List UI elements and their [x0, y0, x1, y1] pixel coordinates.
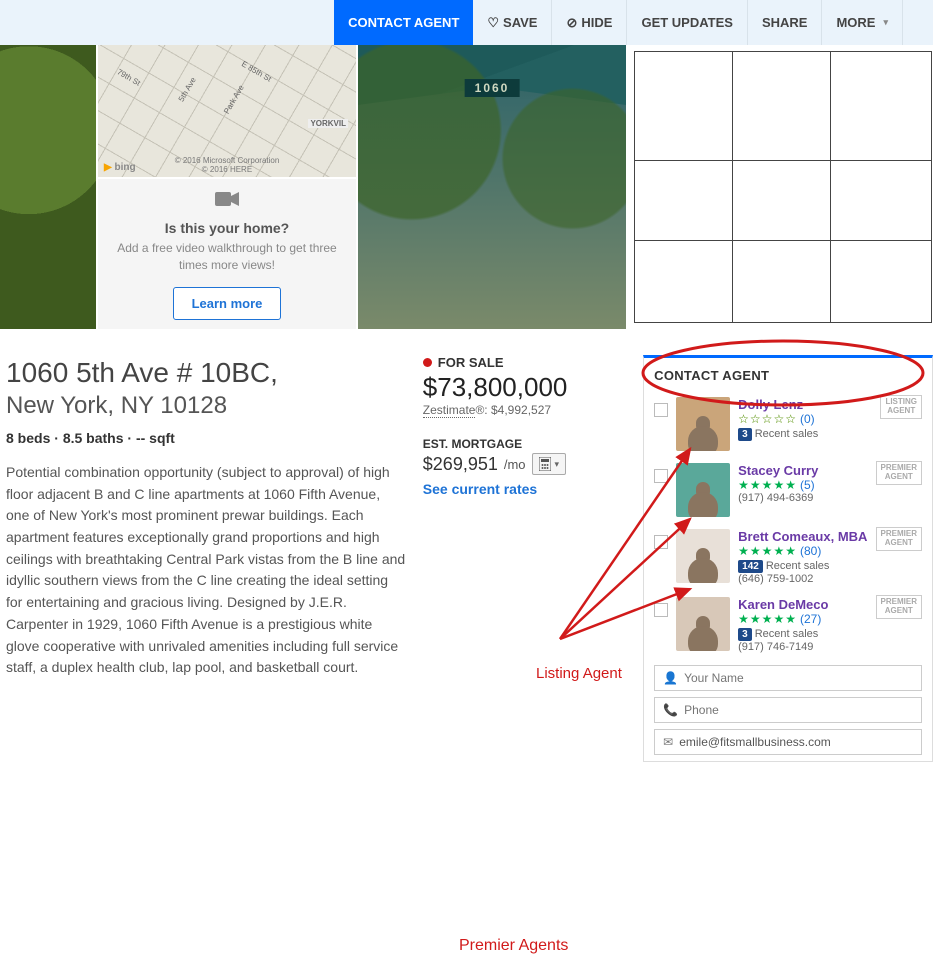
- save-label: SAVE: [503, 15, 537, 30]
- phone-icon: 📞: [663, 703, 678, 717]
- map-street-label: 79th St: [115, 67, 141, 87]
- top-action-bar: CONTACT AGENT ♡ SAVE ⊘ HIDE GET UPDATES SH…: [0, 0, 933, 45]
- calculator-icon: [539, 457, 551, 471]
- zestimate-suffix: ®:: [475, 403, 487, 417]
- sqft-label: -- sqft: [136, 430, 175, 446]
- photo-building[interactable]: [358, 45, 626, 329]
- sales-badge: 3: [738, 428, 752, 441]
- agent-row-premier[interactable]: Karen DeMeco ★★★★★ (27) 3Recent sales (9…: [654, 591, 922, 659]
- video-prompt-panel: Is this your home? Add a free video walk…: [98, 179, 356, 329]
- annotation-listing-agent: Listing Agent: [536, 665, 622, 682]
- listing-agent-tag: LISTINGAGENT: [880, 395, 922, 419]
- premier-agent-tag: PREMIERAGENT: [876, 527, 922, 551]
- agent-review-count: (80): [800, 544, 821, 558]
- listing-details: 1060 5th Ave # 10BC, New York, NY 10128 …: [6, 355, 407, 762]
- email-input[interactable]: [679, 735, 913, 749]
- video-camera-icon: [215, 188, 239, 214]
- agent-phone: (646) 759-1002: [738, 573, 922, 585]
- contact-agent-panel: CONTACT AGENT Dolly Lenz ☆☆☆☆☆ (0) 3Rece…: [643, 355, 933, 762]
- agent-avatar: [676, 529, 730, 583]
- sales-badge: 142: [738, 560, 763, 573]
- beds-label: 8 beds: [6, 430, 50, 446]
- zestimate-value: $4,992,527: [491, 403, 551, 417]
- agent-avatar: [676, 597, 730, 651]
- phone-input-wrap[interactable]: 📞: [654, 697, 922, 723]
- more-tab[interactable]: MORE: [822, 0, 903, 45]
- learn-more-button[interactable]: Learn more: [173, 287, 282, 320]
- person-icon: 👤: [663, 671, 678, 685]
- premier-agent-tag: PREMIERAGENT: [876, 595, 922, 619]
- agent-row-premier[interactable]: Brett Comeaux, MBA ★★★★★ (80) 142Recent …: [654, 523, 922, 591]
- listing-subtitle: New York, NY 10128: [6, 392, 407, 420]
- hide-tab[interactable]: ⊘ HIDE: [552, 0, 627, 45]
- sales-text: Recent sales: [755, 628, 819, 640]
- sales-badge: 3: [738, 628, 752, 641]
- agent-checkbox[interactable]: [654, 535, 668, 549]
- phone-input[interactable]: [684, 703, 913, 717]
- contact-agent-heading: CONTACT AGENT: [654, 368, 922, 383]
- status-row: FOR SALE: [423, 355, 627, 370]
- listing-specs: 8 beds · 8.5 baths · -- sqft: [6, 430, 407, 446]
- listing-title: 1060 5th Ave # 10BC,: [6, 355, 407, 390]
- pricing-column: FOR SALE $73,800,000 Zestimate®: $4,992,…: [423, 355, 627, 762]
- zestimate-row: Zestimate®: $4,992,527: [423, 403, 627, 417]
- est-mortgage-value: $269,951: [423, 454, 498, 475]
- bing-logo: ▶ bing: [104, 162, 136, 173]
- email-input-wrap[interactable]: ✉: [654, 729, 922, 755]
- panel-subtitle: Add a free video walkthrough to get thre…: [110, 240, 344, 274]
- hide-label: HIDE: [581, 15, 612, 30]
- mail-icon: ✉: [663, 735, 673, 749]
- agent-checkbox[interactable]: [654, 603, 668, 617]
- map-street-label: E 85th St: [240, 59, 273, 83]
- map-district-label: YORKVIL: [308, 119, 348, 128]
- save-tab[interactable]: ♡ SAVE: [473, 0, 552, 45]
- share-tab[interactable]: SHARE: [748, 0, 823, 45]
- est-mortgage-unit: /mo: [504, 457, 526, 472]
- agent-checkbox[interactable]: [654, 403, 668, 417]
- see-rates-link[interactable]: See current rates: [423, 481, 627, 497]
- map-credit: © 2016 Microsoft Corporation© 2016 HERE: [175, 157, 280, 175]
- photo-floorplan[interactable]: [628, 45, 933, 329]
- agent-checkbox[interactable]: [654, 469, 668, 483]
- name-input-wrap[interactable]: 👤: [654, 665, 922, 691]
- status-label: FOR SALE: [438, 355, 504, 370]
- agent-review-count: (5): [800, 478, 815, 492]
- mortgage-calc-button[interactable]: ▾: [532, 453, 567, 475]
- price-value: $73,800,000: [423, 372, 627, 403]
- agent-phone: (917) 494-6369: [738, 492, 922, 504]
- premier-agent-tag: PREMIERAGENT: [876, 461, 922, 485]
- panel-title: Is this your home?: [165, 220, 289, 236]
- get-updates-tab[interactable]: GET UPDATES: [627, 0, 748, 45]
- heart-icon: ♡: [487, 15, 499, 31]
- photo-map[interactable]: 79th St 5th Ave Park Ave E 85th St YORKV…: [98, 45, 356, 177]
- agent-review-count: (27): [800, 612, 821, 626]
- sales-text: Recent sales: [755, 428, 819, 440]
- hide-icon: ⊘: [566, 15, 577, 31]
- agent-row-premier[interactable]: Stacey Curry ★★★★★ (5) (917) 494-6369 PR…: [654, 457, 922, 523]
- agent-phone: (917) 746-7149: [738, 641, 922, 653]
- annotation-premier-agents: Premier Agents: [459, 937, 568, 955]
- photo-gallery: 79th St 5th Ave Park Ave E 85th St YORKV…: [0, 45, 933, 329]
- zestimate-label: Zestimate: [423, 403, 476, 418]
- baths-label: 8.5 baths: [63, 430, 124, 446]
- listing-description: Potential combination opportunity (subje…: [6, 462, 407, 679]
- map-street-label: Park Ave: [222, 83, 246, 115]
- name-input[interactable]: [684, 671, 913, 685]
- agent-review-count: (0): [800, 412, 815, 426]
- map-street-label: 5th Ave: [177, 76, 198, 103]
- status-dot-icon: [423, 358, 432, 367]
- chevron-down-icon: ▾: [555, 459, 560, 470]
- agent-avatar: [676, 397, 730, 451]
- agent-avatar: [676, 463, 730, 517]
- photo-park[interactable]: [0, 45, 96, 329]
- agent-row-listing[interactable]: Dolly Lenz ☆☆☆☆☆ (0) 3Recent sales LISTI…: [654, 391, 922, 457]
- contact-agent-tab[interactable]: CONTACT AGENT: [334, 0, 473, 45]
- est-mortgage-label: EST. MORTGAGE: [423, 437, 627, 451]
- sales-text: Recent sales: [766, 560, 830, 572]
